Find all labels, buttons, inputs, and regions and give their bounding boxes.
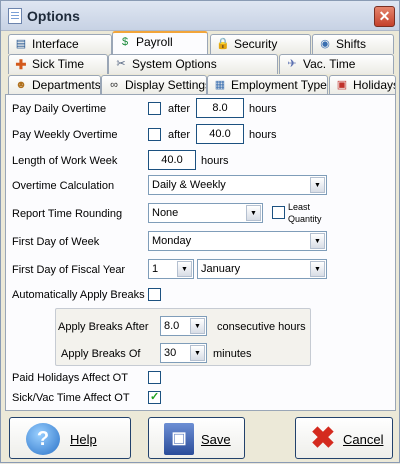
chevron-down-icon: ▼ xyxy=(246,205,261,221)
pay-daily-overtime-label: Pay Daily Overtime xyxy=(12,103,107,115)
work-week-hours-unit: hours xyxy=(201,155,229,167)
pay-weekly-overtime-hours-input[interactable]: 40.0 xyxy=(196,124,244,144)
fiscal-year-day-select[interactable]: 1 ▼ xyxy=(148,259,194,279)
pay-weekly-after-label: after xyxy=(168,129,191,141)
sick-vac-affect-ot-checkbox[interactable] xyxy=(148,390,161,404)
fiscal-year-month-select[interactable]: January ▼ xyxy=(197,259,327,279)
first-day-of-fiscal-year-label: First Day of Fiscal Year xyxy=(12,264,126,276)
fiscal-year-month-value: January xyxy=(201,263,241,275)
report-time-rounding-value: None xyxy=(152,207,179,219)
report-time-rounding-label: Report Time Rounding xyxy=(12,208,123,220)
sick-vac-affect-ot-label: Sick/Vac Time Affect OT xyxy=(12,392,130,404)
length-of-work-week-input[interactable]: 40.0 xyxy=(148,150,196,170)
options-window: Options ✕ ▤ Interface $ Payroll 🔒 Securi… xyxy=(0,0,400,463)
pay-weekly-hours-unit: hours xyxy=(249,129,277,141)
apply-breaks-after-select[interactable]: 8.0 ▼ xyxy=(160,316,207,336)
chevron-down-icon: ▼ xyxy=(310,233,325,249)
least-quantity-checkbox[interactable] xyxy=(272,206,285,219)
chevron-down-icon: ▼ xyxy=(190,318,205,334)
overtime-calculation-label: Overtime Calculation xyxy=(12,180,115,192)
paid-holidays-affect-ot-label: Paid Holidays Affect OT xyxy=(12,372,128,384)
chevron-down-icon: ▼ xyxy=(190,345,205,361)
auto-apply-breaks-label: Automatically Apply Breaks xyxy=(12,289,145,301)
minutes-unit: minutes xyxy=(213,348,252,360)
chevron-down-icon: ▼ xyxy=(310,261,325,277)
consecutive-hours-unit: consecutive hours xyxy=(217,321,306,333)
pay-daily-overtime-checkbox[interactable] xyxy=(148,102,161,115)
fiscal-year-day-value: 1 xyxy=(152,263,159,275)
apply-breaks-after-label: Apply Breaks After xyxy=(58,321,149,333)
apply-breaks-of-value: 30 xyxy=(164,347,177,359)
chevron-down-icon: ▼ xyxy=(177,261,192,277)
pay-daily-after-label: after xyxy=(168,103,191,115)
length-of-work-week-label: Length of Work Week xyxy=(12,155,118,167)
pay-daily-hours-unit: hours xyxy=(249,103,277,115)
chevron-down-icon: ▼ xyxy=(310,177,325,193)
report-time-rounding-select[interactable]: None ▼ xyxy=(148,203,263,223)
auto-apply-breaks-checkbox[interactable] xyxy=(148,288,161,301)
apply-breaks-after-value: 8.0 xyxy=(164,320,180,332)
first-day-of-week-select[interactable]: Monday ▼ xyxy=(148,231,327,251)
overtime-calculation-select[interactable]: Daily & Weekly ▼ xyxy=(148,175,327,195)
apply-breaks-of-label: Apply Breaks Of xyxy=(61,348,141,360)
payroll-form: Pay Daily Overtime after 8.0 hours Pay W… xyxy=(1,1,400,464)
pay-weekly-overtime-checkbox[interactable] xyxy=(148,128,161,141)
pay-daily-overtime-hours-input[interactable]: 8.0 xyxy=(196,98,244,118)
paid-holidays-affect-ot-checkbox[interactable] xyxy=(148,371,161,384)
apply-breaks-of-select[interactable]: 30 ▼ xyxy=(160,343,207,363)
pay-weekly-overtime-label: Pay Weekly Overtime xyxy=(12,129,118,141)
least-quantity-label-line1: Least xyxy=(288,202,311,212)
first-day-of-week-label: First Day of Week xyxy=(12,236,100,248)
least-quantity-label-line2: Quantity xyxy=(288,214,322,224)
first-day-of-week-value: Monday xyxy=(152,235,192,247)
overtime-calculation-value: Daily & Weekly xyxy=(152,179,226,191)
